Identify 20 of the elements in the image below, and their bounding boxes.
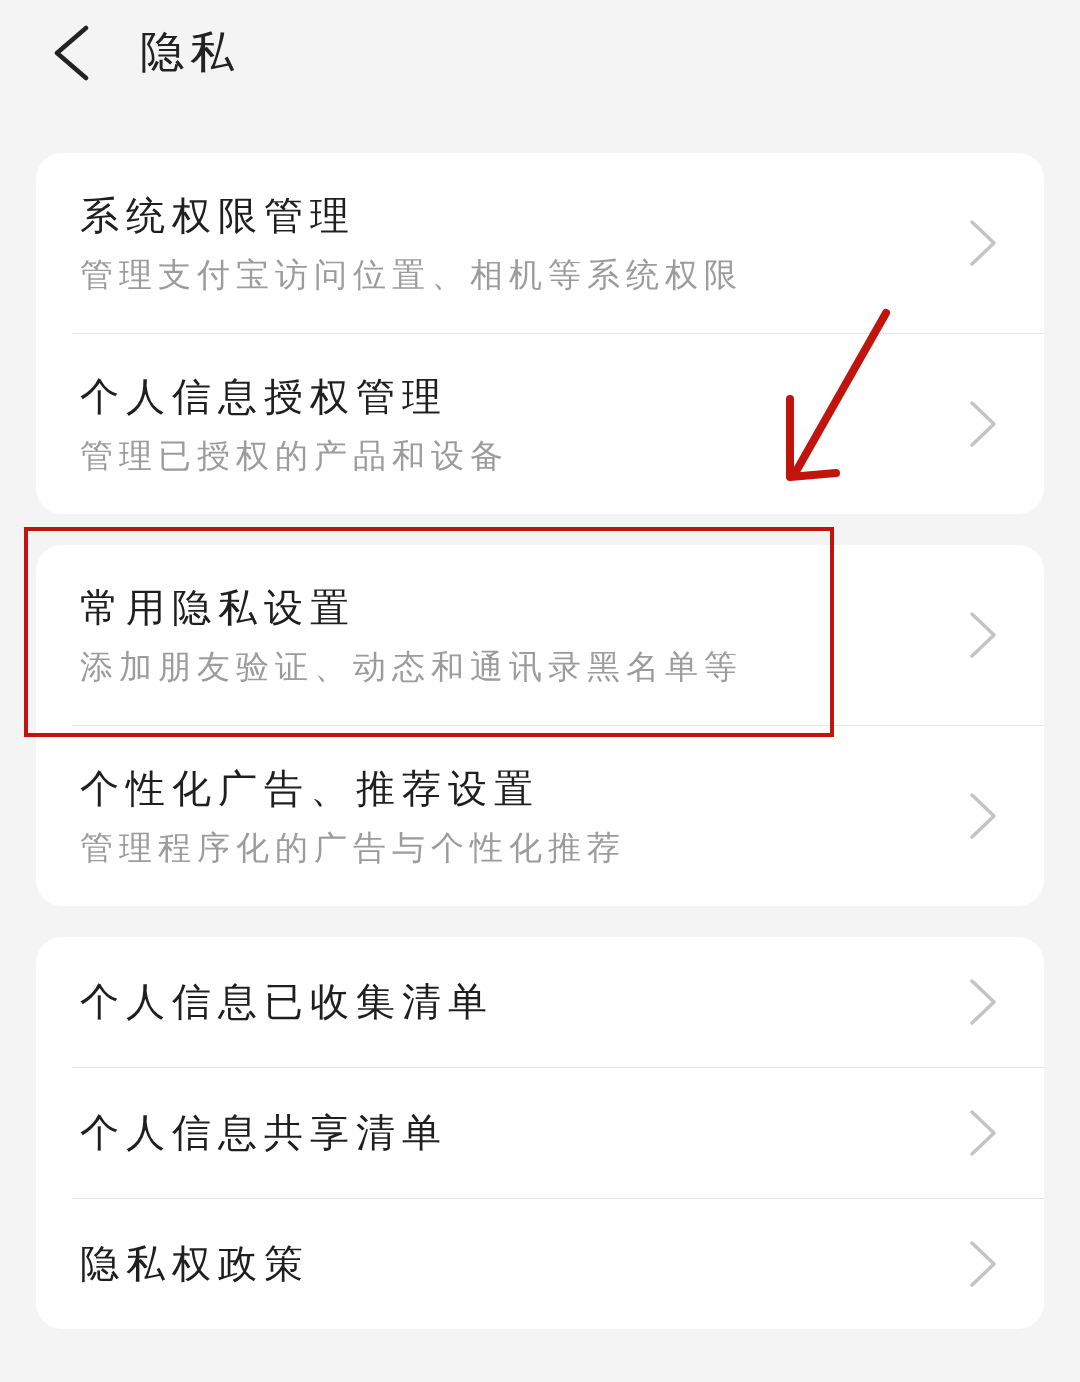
- chevron-right-icon[interactable]: [968, 978, 998, 1026]
- page-title: 隐私: [140, 25, 240, 79]
- row-title: 个人信息共享清单: [80, 1109, 449, 1157]
- row-title: 个人信息授权管理: [80, 372, 449, 421]
- chevron-right-icon[interactable]: [968, 219, 998, 267]
- row-title: 隐私权政策: [80, 1240, 311, 1288]
- chevron-right-icon[interactable]: [968, 792, 998, 840]
- row-title: 常用隐私设置: [80, 583, 357, 632]
- row-title: 系统权限管理: [80, 191, 357, 240]
- row-subtitle: 管理程序化的广告与个性化推荐: [80, 826, 627, 869]
- row-title: 个人信息已收集清单: [80, 978, 495, 1026]
- row-subtitle: 管理已授权的产品和设备: [80, 434, 510, 477]
- back-icon[interactable]: [52, 24, 90, 81]
- row-subtitle: 管理支付宝访问位置、相机等系统权限: [80, 253, 744, 296]
- chevron-right-icon[interactable]: [968, 1109, 998, 1157]
- row-title: 个性化广告、推荐设置: [80, 764, 541, 813]
- row-subtitle: 添加朋友验证、动态和通讯录黑名单等: [80, 645, 744, 688]
- chevron-right-icon[interactable]: [968, 611, 998, 659]
- chevron-right-icon[interactable]: [968, 1240, 998, 1288]
- chevron-right-icon[interactable]: [968, 400, 998, 448]
